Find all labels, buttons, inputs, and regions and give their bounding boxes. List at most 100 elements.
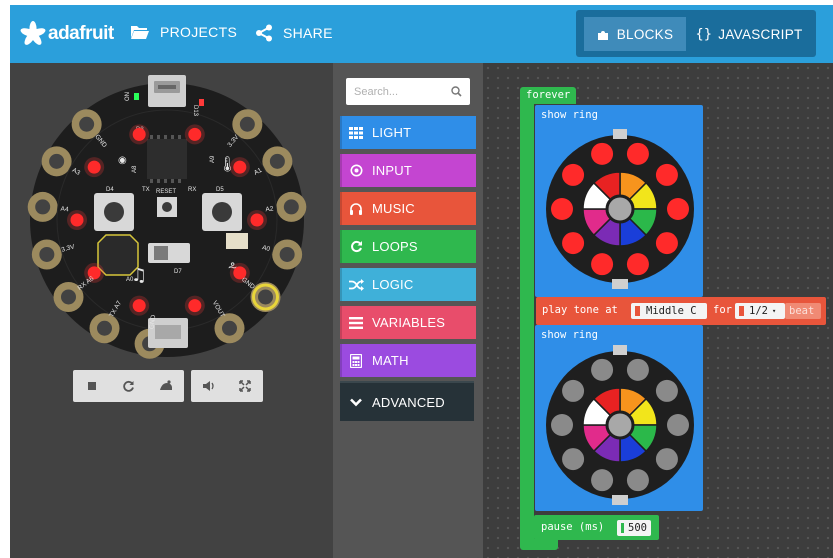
button-a[interactable] <box>94 193 134 231</box>
category-logic[interactable]: LOGIC <box>340 268 476 301</box>
ring-usb-tab <box>613 129 627 139</box>
note-value: Middle C <box>646 305 697 317</box>
ring-led[interactable] <box>562 232 585 255</box>
projects-button[interactable]: PROJECTS <box>130 24 237 40</box>
label-tx: TX <box>142 187 150 193</box>
editor-mode-toggle: BLOCKS {} JAVASCRIPT <box>576 10 816 57</box>
beat-label-pill: beat <box>785 303 821 319</box>
ring-led[interactable] <box>591 142 614 165</box>
led-ring-editor-1[interactable] <box>545 129 695 289</box>
category-math[interactable]: MATH <box>340 344 476 377</box>
ring-usb-tab <box>613 345 627 355</box>
ring-led[interactable] <box>667 414 689 436</box>
ring-led[interactable] <box>562 379 585 402</box>
neopixel-led <box>132 299 146 313</box>
headphones-icon <box>348 201 364 217</box>
ring-center-clear[interactable] <box>605 194 635 224</box>
category-loops[interactable]: LOOPS <box>340 230 476 263</box>
category-music[interactable]: MUSIC <box>340 192 476 225</box>
simulator-panel: ◉ 🌡 ♫ ⸛ D8 D13 ON D4 D5 TX RX RESET D7 A… <box>10 63 333 558</box>
ring-led[interactable] <box>591 358 614 381</box>
adafruit-flower-icon <box>20 21 46 45</box>
neopixel-led <box>132 127 146 141</box>
label-d13: D13 <box>192 105 198 117</box>
ring-led[interactable] <box>591 469 614 492</box>
label-on: ON <box>125 92 131 101</box>
ring-led[interactable] <box>655 163 678 186</box>
code-braces-icon: {} <box>695 26 713 42</box>
simulator-run-controls <box>73 370 184 402</box>
category-input-label: INPUT <box>372 163 412 178</box>
ring-battery-tab <box>612 279 628 289</box>
shuffle-icon <box>348 277 364 293</box>
circuit-playground-board[interactable]: ◉ 🌡 ♫ ⸛ D8 D13 ON D4 D5 TX RX RESET D7 A… <box>10 63 333 363</box>
button-b[interactable] <box>202 193 242 231</box>
share-button[interactable]: SHARE <box>255 24 333 42</box>
pin-hole <box>35 199 51 215</box>
play-tone-label: play tone at <box>542 304 618 316</box>
mute-icon[interactable] <box>198 375 220 397</box>
javascript-mode-button[interactable]: {} JAVASCRIPT <box>688 17 810 51</box>
ring-led[interactable] <box>655 379 678 402</box>
ring-led[interactable] <box>667 198 689 220</box>
label-a8: A8 <box>132 165 138 173</box>
pin-hole <box>239 116 255 132</box>
toolbox-search-input[interactable] <box>354 85 444 98</box>
reset-button[interactable] <box>157 197 177 217</box>
for-label: for <box>713 304 732 316</box>
ring-center-clear[interactable] <box>605 410 635 440</box>
neopixel-led <box>233 160 247 174</box>
led-ring-editor-2[interactable] <box>545 345 695 505</box>
blocks-mode-button[interactable]: BLOCKS <box>584 17 686 51</box>
ring-battery-tab <box>612 495 628 505</box>
label-reset: RESET <box>156 189 176 195</box>
neopixel-led <box>70 213 84 227</box>
pin-hole <box>279 246 295 262</box>
ring-led[interactable] <box>626 469 649 492</box>
stop-icon[interactable] <box>81 375 103 397</box>
duration-dropdown[interactable]: 1/2 ▾ <box>735 303 785 319</box>
ring-led[interactable] <box>626 358 649 381</box>
pin-hole <box>97 320 112 336</box>
note-dropdown[interactable]: Middle C <box>631 303 707 319</box>
ring-led[interactable] <box>655 232 678 255</box>
restart-icon[interactable] <box>118 375 140 397</box>
ring-led[interactable] <box>655 448 678 471</box>
adafruit-logo[interactable]: adafruit <box>20 19 114 49</box>
ring-led[interactable] <box>562 163 585 186</box>
category-variables[interactable]: VARIABLES <box>340 306 476 339</box>
forever-block-spine <box>520 101 534 545</box>
svg-text:♫: ♫ <box>131 265 147 286</box>
ring-led[interactable] <box>551 414 573 436</box>
fullscreen-icon[interactable] <box>234 375 256 397</box>
ring-led[interactable] <box>591 253 614 276</box>
slow-motion-icon[interactable] <box>155 375 177 397</box>
ring-led[interactable] <box>626 253 649 276</box>
ring-led[interactable] <box>626 142 649 165</box>
show-ring-2-label: show ring <box>541 329 598 341</box>
top-bar: adafruit PROJECTS SHARE BLOCKS {} JAVASC… <box>10 5 833 63</box>
makecode-app: adafruit PROJECTS SHARE BLOCKS {} JAVASC… <box>10 5 833 558</box>
pin-hole <box>39 246 55 262</box>
note-pill-nub <box>635 306 640 316</box>
category-advanced[interactable]: ADVANCED <box>340 381 474 421</box>
forever-block-foot <box>520 539 558 550</box>
pause-value-field[interactable]: 500 <box>617 520 651 536</box>
category-light[interactable]: LIGHT <box>340 116 476 149</box>
ring-led[interactable] <box>551 198 573 220</box>
slide-switch[interactable] <box>148 243 190 263</box>
category-music-label: MUSIC <box>372 201 415 216</box>
ring-led[interactable] <box>562 448 585 471</box>
category-input[interactable]: INPUT <box>340 154 476 187</box>
chevron-down-icon: ▾ <box>771 307 777 315</box>
label-d5: D5 <box>216 187 224 193</box>
calculator-icon <box>348 353 364 369</box>
search-icon[interactable] <box>451 86 462 97</box>
chevron-down-icon <box>348 398 364 407</box>
pin-label: A2 <box>265 206 274 214</box>
beat-label: beat <box>789 305 815 317</box>
blocks-workspace[interactable]: forever show ring play tone at Middle C … <box>483 63 833 558</box>
list-icon <box>348 315 364 331</box>
share-label: SHARE <box>283 25 333 41</box>
neopixel-led <box>188 127 202 141</box>
